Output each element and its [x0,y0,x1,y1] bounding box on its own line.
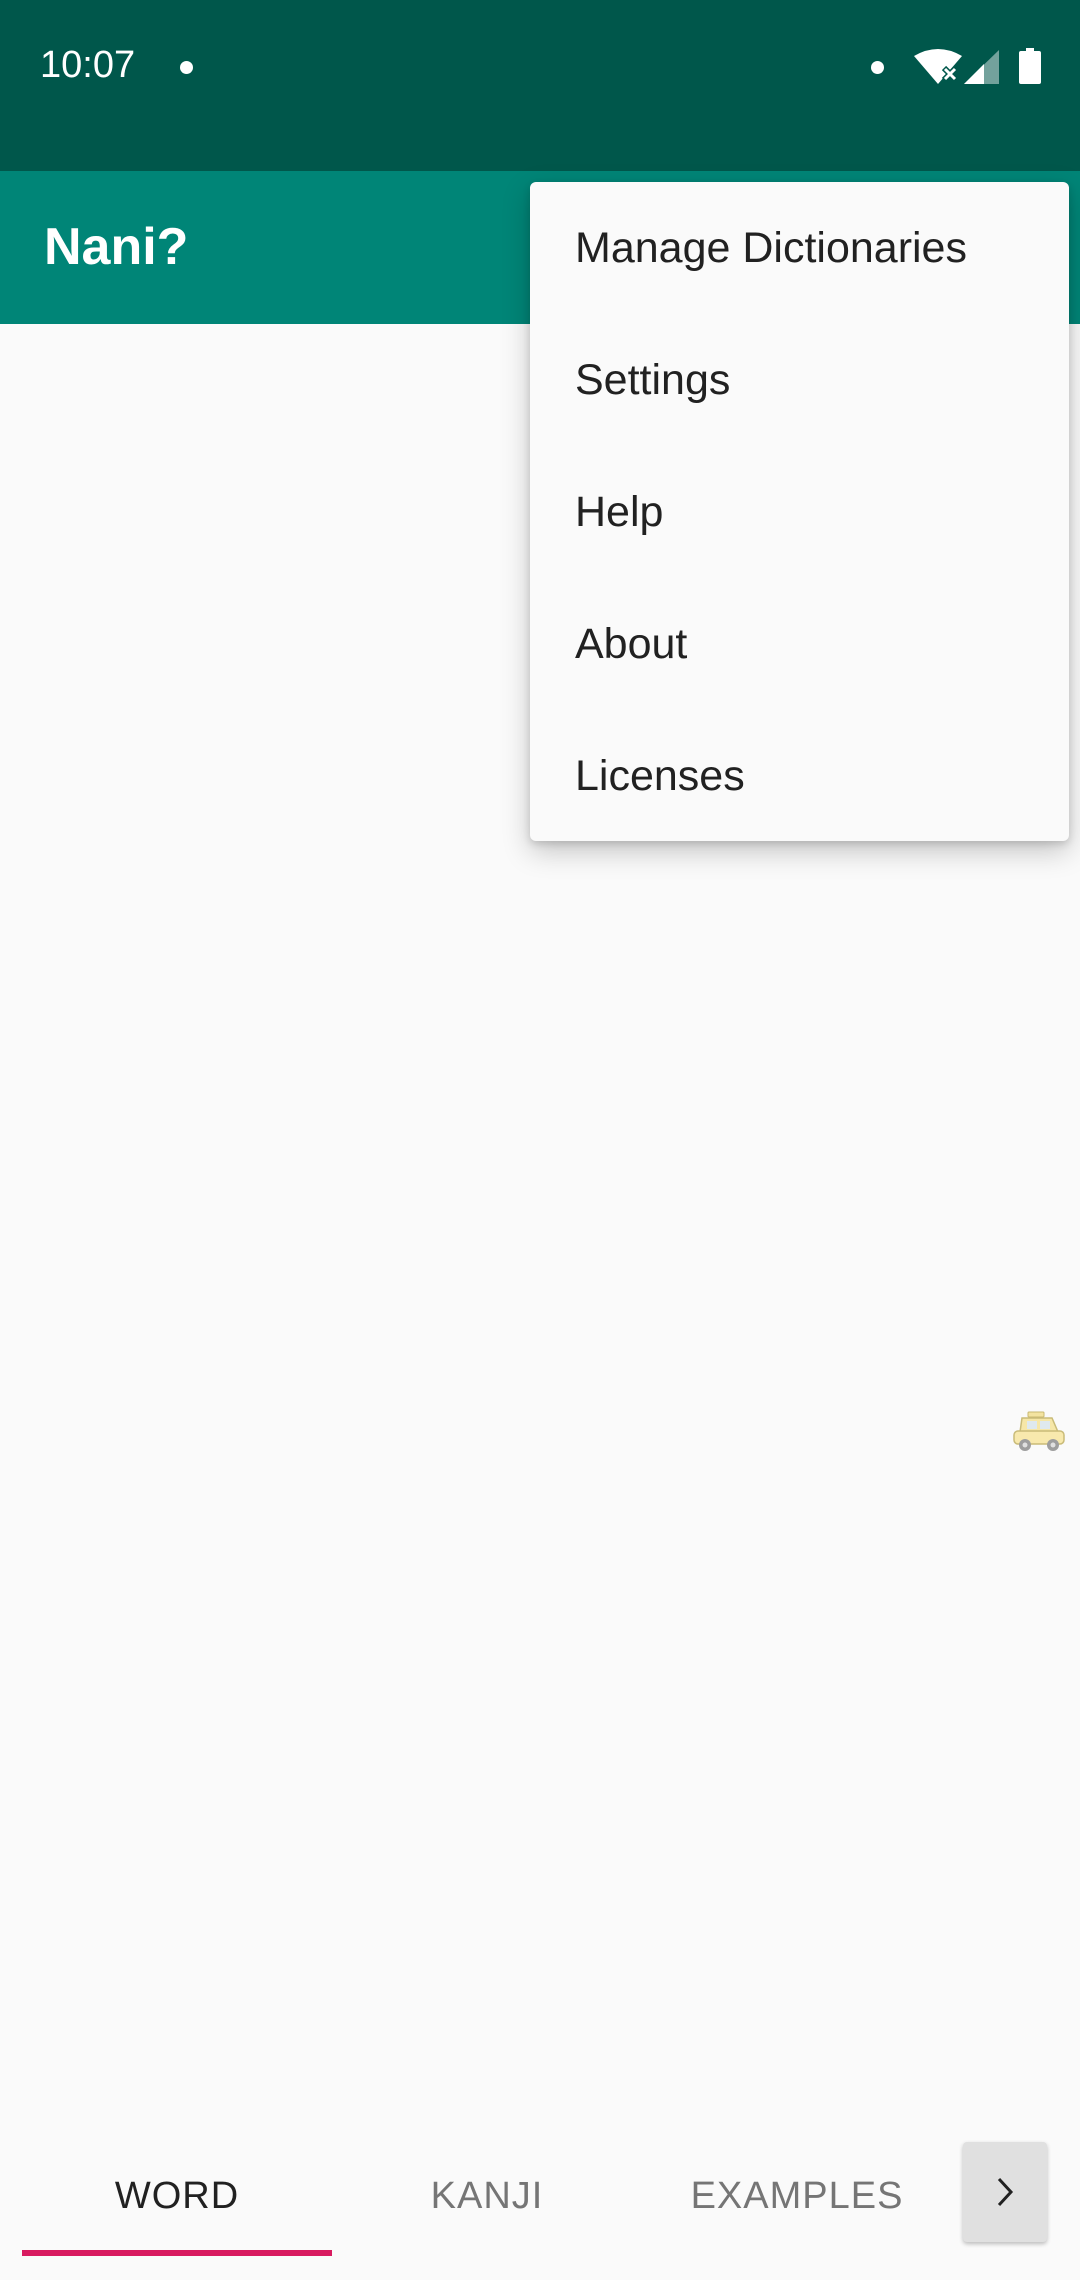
menu-item-help[interactable]: Help [530,446,1069,578]
screen: 10:07 Nani? WORD KANJI EXAMPLES Manage D… [0,0,1080,2280]
tab-word[interactable]: WORD [22,2136,332,2256]
battery-icon [1019,48,1041,84]
wifi-icon [914,49,962,84]
chevron-right-icon [997,2177,1014,2207]
menu-item-licenses[interactable]: Licenses [530,710,1069,842]
tab-kanji[interactable]: KANJI [332,2136,642,2256]
notification-dot-icon [180,61,193,74]
tab-scroll-button[interactable] [963,2142,1047,2242]
menu-item-about[interactable]: About [530,578,1069,710]
status-time: 10:07 [40,44,136,86]
cell-signal-icon [964,50,999,84]
status-bar: 10:07 [0,0,1080,171]
menu-item-settings[interactable]: Settings [530,314,1069,446]
notification-dot-icon [871,61,884,74]
tab-indicator [22,2250,332,2256]
tab-bar: WORD KANJI EXAMPLES [0,2136,1080,2280]
overflow-menu: Manage Dictionaries Settings Help About … [530,182,1069,841]
menu-item-manage-dictionaries[interactable]: Manage Dictionaries [530,182,1069,314]
tab-examples[interactable]: EXAMPLES [642,2136,952,2256]
taxi-car-icon [1013,1411,1065,1451]
app-title: Nani? [44,218,189,276]
